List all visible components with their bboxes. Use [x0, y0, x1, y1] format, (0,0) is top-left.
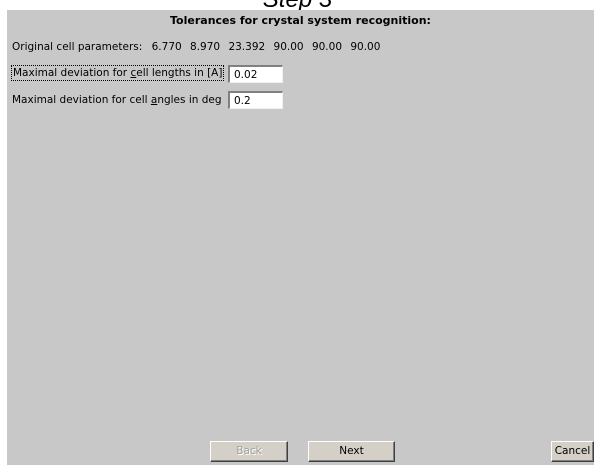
back-button[interactable]: Back — [210, 441, 288, 462]
cell-lengths-tolerance-input[interactable] — [228, 65, 283, 83]
cell-gamma: 90.00 — [350, 41, 381, 53]
page-heading: Tolerances for crystal system recognitio… — [170, 14, 431, 27]
cell-angles-label-text: Maximal deviation for cell — [12, 94, 151, 106]
cell-b: 8.970 — [190, 41, 221, 53]
cell-lengths-label-text: Maximal deviation for — [13, 67, 131, 79]
cell-c: 23.392 — [228, 41, 266, 53]
original-cell-parameters: Original cell parameters: 6.770 8.970 23… — [12, 41, 385, 53]
cell-angles-tolerance-input[interactable] — [228, 91, 283, 109]
cell-lengths-label: Maximal deviation for cell lengths in [A… — [11, 65, 225, 81]
cell-beta: 90.00 — [311, 41, 342, 53]
wizard-panel: Tolerances for crystal system recognitio… — [7, 10, 594, 465]
cell-a: 6.770 — [151, 41, 182, 53]
cell-parameters-label: Original cell parameters: — [12, 41, 143, 53]
cell-angles-label: Maximal deviation for cell angles in deg — [11, 93, 223, 107]
cancel-button[interactable]: Cancel — [551, 441, 594, 462]
cell-parameters-values: 6.770 8.970 23.392 90.00 90.00 90.00 — [152, 41, 386, 53]
cell-alpha: 90.00 — [273, 41, 304, 53]
next-button[interactable]: Next — [308, 441, 395, 462]
cell-angles-label-text-rest: ngles in deg — [157, 94, 222, 106]
cell-lengths-label-text-rest: ell lengths in [A] — [136, 67, 223, 79]
